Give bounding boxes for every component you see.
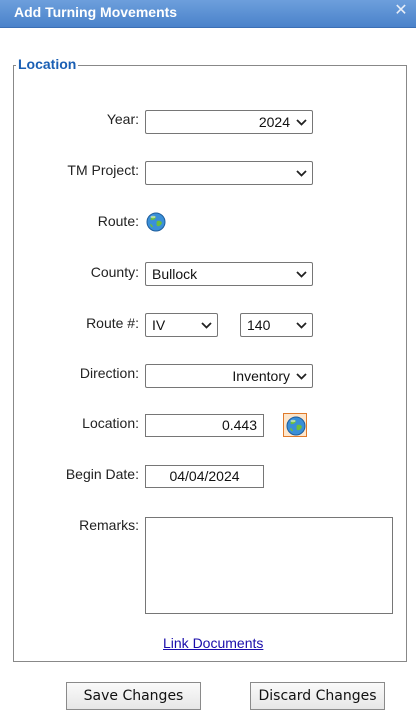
location-map-button[interactable] bbox=[283, 413, 307, 437]
location-legend: Location bbox=[16, 56, 79, 72]
tm-project-select[interactable] bbox=[145, 161, 313, 185]
link-documents-link[interactable]: Link Documents bbox=[163, 635, 263, 651]
dialog-title: Add Turning Movements bbox=[14, 4, 178, 20]
direction-label: Direction: bbox=[79, 365, 139, 381]
route-number-label: Route #: bbox=[86, 315, 139, 331]
chevron-down-icon bbox=[296, 271, 307, 278]
globe-icon[interactable] bbox=[146, 212, 166, 232]
remarks-label: Remarks: bbox=[79, 517, 139, 533]
begin-date-label: Begin Date: bbox=[65, 466, 139, 482]
county-label: County: bbox=[90, 264, 139, 280]
chevron-down-icon bbox=[201, 322, 212, 329]
begin-date-input[interactable]: 04/04/2024 bbox=[145, 465, 264, 488]
save-changes-button[interactable]: Save Changes bbox=[66, 682, 201, 710]
location-input[interactable]: 0.443 bbox=[145, 414, 264, 437]
remarks-textarea[interactable] bbox=[145, 517, 393, 614]
close-icon[interactable]: ✕ bbox=[394, 3, 408, 19]
tm-project-label: TM Project: bbox=[67, 162, 139, 178]
county-select[interactable]: Bullock bbox=[145, 262, 313, 286]
chevron-down-icon bbox=[296, 322, 307, 329]
route-label: Route: bbox=[97, 213, 139, 229]
location-label: Location: bbox=[82, 415, 139, 431]
add-turning-movements-dialog: Add Turning Movements ✕ Location Year: 2… bbox=[0, 0, 416, 714]
chevron-down-icon bbox=[296, 119, 307, 126]
route-number-select[interactable]: 140 bbox=[240, 313, 313, 337]
chevron-down-icon bbox=[296, 170, 307, 177]
route-prefix-select[interactable]: IV bbox=[145, 313, 218, 337]
globe-icon bbox=[286, 416, 306, 436]
route-number-value: 140 bbox=[247, 317, 271, 333]
year-select[interactable]: 2024 bbox=[145, 110, 313, 134]
route-prefix-value: IV bbox=[152, 317, 166, 333]
year-value: 2024 bbox=[258, 114, 290, 130]
direction-select[interactable]: Inventory bbox=[145, 364, 313, 388]
chevron-down-icon bbox=[296, 373, 307, 380]
county-value: Bullock bbox=[152, 266, 198, 282]
direction-value: Inventory bbox=[232, 368, 290, 384]
year-label: Year: bbox=[106, 111, 139, 127]
dialog-titlebar[interactable]: Add Turning Movements ✕ bbox=[0, 0, 416, 28]
discard-changes-button[interactable]: Discard Changes bbox=[250, 682, 385, 710]
